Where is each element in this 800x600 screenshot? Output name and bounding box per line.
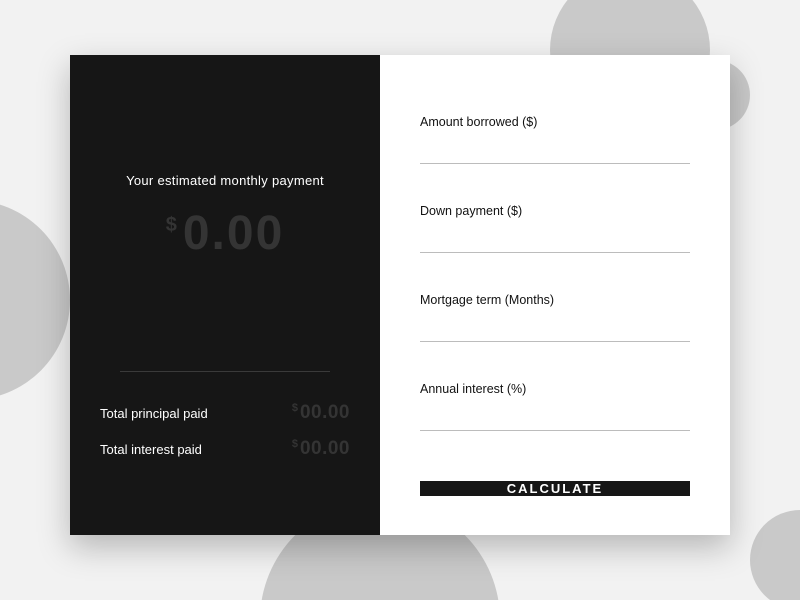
mortgage-term-label: Mortgage term (Months) [420,293,690,307]
annual-interest-field: Annual interest (%) [420,382,690,431]
estimated-amount: 0.00 [183,207,284,260]
down-payment-field: Down payment ($) [420,204,690,253]
divider [120,371,330,372]
total-principal-label: Total principal paid [100,406,208,421]
mortgage-term-input[interactable] [420,315,690,342]
form-panel: Amount borrowed ($) Down payment ($) Mor… [380,55,730,535]
bg-circle [750,510,800,600]
calculate-button[interactable]: CALCULATE [420,481,690,496]
calculator-card: Your estimated monthly payment $0.00 Tot… [70,55,730,535]
amount-borrowed-label: Amount borrowed ($) [420,115,690,129]
estimated-payment-label: Your estimated monthly payment [100,173,350,188]
annual-interest-label: Annual interest (%) [420,382,690,396]
total-principal-value: $00.00 [292,402,350,424]
estimated-payment-value: $0.00 [100,206,350,261]
bg-circle [0,200,70,400]
down-payment-input[interactable] [420,226,690,253]
total-principal-row: Total principal paid $00.00 [100,402,350,424]
total-interest-amount: 00.00 [300,438,350,459]
mortgage-term-field: Mortgage term (Months) [420,293,690,342]
down-payment-label: Down payment ($) [420,204,690,218]
currency-symbol: $ [292,402,298,414]
total-principal-amount: 00.00 [300,402,350,423]
currency-symbol: $ [166,214,177,236]
total-interest-label: Total interest paid [100,442,202,457]
amount-borrowed-input[interactable] [420,137,690,164]
total-interest-value: $00.00 [292,438,350,460]
amount-borrowed-field: Amount borrowed ($) [420,115,690,164]
annual-interest-input[interactable] [420,404,690,431]
results-panel: Your estimated monthly payment $0.00 Tot… [70,55,380,535]
total-interest-row: Total interest paid $00.00 [100,438,350,460]
currency-symbol: $ [292,438,298,450]
